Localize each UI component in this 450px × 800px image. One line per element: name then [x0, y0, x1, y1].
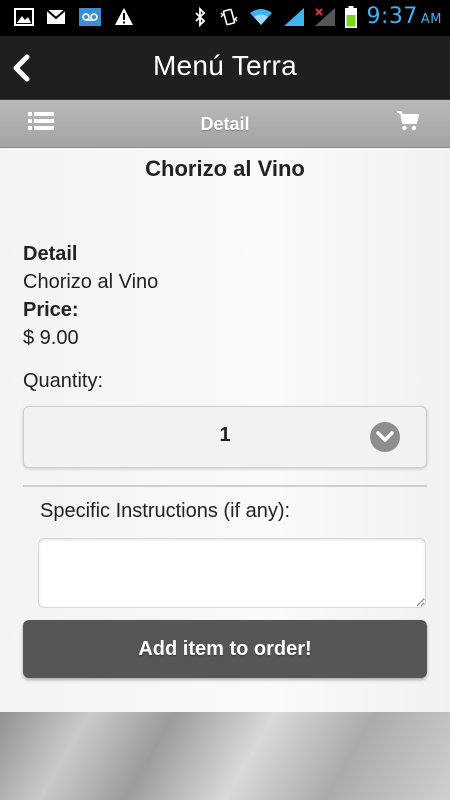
quantity-value: 1	[219, 424, 231, 446]
item-title: Chorizo al Vino	[145, 156, 305, 181]
bluetooth-icon	[195, 6, 206, 27]
instructions-input[interactable]	[38, 538, 426, 608]
quantity-label: Quantity:	[23, 370, 104, 392]
detail-value: Chorizo al Vino	[23, 271, 159, 293]
signal-icon	[284, 7, 305, 26]
battery-icon	[345, 5, 358, 28]
subbar-title: Detail	[200, 114, 250, 134]
voicemail-icon	[79, 8, 101, 26]
cart-button[interactable]	[396, 109, 422, 135]
quantity-select[interactable]: 1	[23, 406, 427, 468]
chevron-down-icon	[370, 422, 400, 452]
cart-icon	[397, 111, 419, 131]
detail-label: Detail	[23, 243, 78, 265]
wifi-icon	[250, 8, 273, 25]
price-label: Price:	[23, 299, 79, 321]
footer-background	[0, 712, 450, 800]
image-icon	[14, 8, 34, 26]
vibrate-icon	[220, 8, 238, 25]
page-title: Menú Terra	[152, 50, 298, 81]
sub-toolbar: Detail	[0, 100, 450, 148]
gmail-icon	[46, 9, 66, 24]
clock: 9:37 AM	[366, 4, 442, 29]
instructions-label: Specific Instructions (if any):	[40, 500, 291, 522]
price-value: $ 9.00	[23, 327, 79, 349]
status-bar: 9:37 AM	[0, 0, 450, 36]
divider	[23, 485, 427, 487]
signal-off-icon	[315, 7, 336, 26]
warning-icon	[115, 8, 133, 25]
item-details: Detail Chorizo al Vino Price: $ 9.00	[23, 240, 158, 352]
add-to-order-button[interactable]: Add item to order!	[23, 620, 427, 678]
app-header: Menú Terra	[0, 36, 450, 100]
detail-content: Chorizo al Vino Detail Chorizo al Vino P…	[0, 148, 450, 712]
